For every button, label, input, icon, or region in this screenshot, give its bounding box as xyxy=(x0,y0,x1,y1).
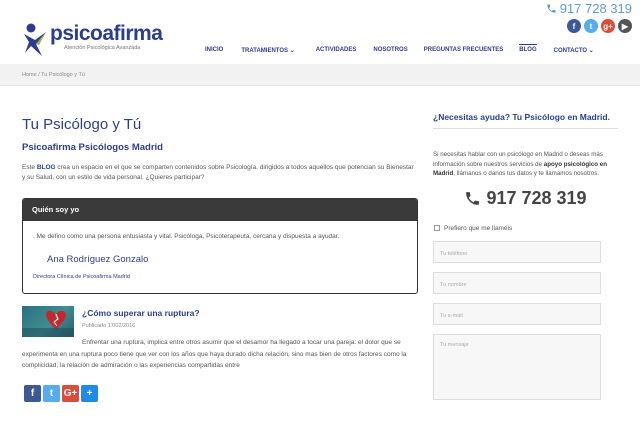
nav-item-label: TRATAMIENTOS xyxy=(241,48,289,54)
sidebar-title: ¿Necesitas ayuda? Tu Psicólogo en Madrid… xyxy=(433,112,618,129)
nav-item-tratamientos[interactable]: TRATAMIENTOS ⌄ xyxy=(241,47,294,54)
about-box-header: Quién soy yo xyxy=(23,199,417,221)
intro-rest: crea un espacio en el que se comparten c… xyxy=(22,164,414,181)
post-excerpt: Enfrentar una ruptura, implica entre otr… xyxy=(22,339,407,369)
header-contact: 917 728 319 f t g+ ▶ xyxy=(546,1,632,33)
share-share-icon[interactable]: + xyxy=(81,385,98,402)
broken-heart-icon xyxy=(22,310,74,337)
chevron-down-icon: ⌄ xyxy=(289,48,295,54)
post-thumbnail[interactable] xyxy=(22,306,74,337)
phone-icon xyxy=(466,191,480,205)
sidebar-phone-number: 917 728 319 xyxy=(486,187,587,208)
intro-prefix: Este xyxy=(22,164,37,171)
sidebar-phone[interactable]: 917 728 319 xyxy=(433,188,618,209)
breadcrumb[interactable]: Home / Tu Psicólogo y Tú xyxy=(22,72,85,78)
chevron-down-icon: ⌄ xyxy=(588,48,594,54)
nav-item-blog[interactable]: BLOG xyxy=(519,44,537,54)
site-logo[interactable]: psicoafirma Atención Psicológica Avanzad… xyxy=(22,22,163,57)
name-field[interactable]: Tu nombre xyxy=(433,271,601,294)
sidebar-text: Si necesitas hablar con un psicólogo en … xyxy=(433,150,611,179)
breadcrumb-bar: Home / Tu Psicólogo y Tú xyxy=(0,64,640,86)
nav-item-actividades[interactable]: ACTIVIDADES xyxy=(316,47,357,54)
phone-field[interactable]: Tu teléfono xyxy=(433,240,601,263)
logo-figure-icon xyxy=(24,23,46,56)
author-name[interactable]: Ana Rodríguez Gonzalo xyxy=(47,254,417,265)
about-box: Quién soy yo . Me defino como una person… xyxy=(22,198,418,294)
nav-item-nosotros[interactable]: NOSOTROS xyxy=(373,47,407,54)
youtube-icon[interactable]: ▶ xyxy=(618,19,632,33)
intro-text: Este BLOG crea un espacio en el que se c… xyxy=(22,163,418,183)
share-google-plus-icon[interactable]: G+ xyxy=(62,385,79,402)
main-nav: INICIO TRATAMIENTOS ⌄ ACTIVIDADES NOSOTR… xyxy=(205,44,594,54)
header-phone[interactable]: 917 728 319 xyxy=(546,1,632,16)
page-subtitle: Psicoafirma Psicólogos Madrid xyxy=(22,142,163,153)
author-role: Directora Clínica de Psicoafirma Madrid xyxy=(33,274,130,280)
twitter-icon[interactable]: t xyxy=(584,19,598,33)
nav-item-contacto[interactable]: CONTACTO ⌄ xyxy=(554,47,594,54)
share-facebook-icon[interactable]: f xyxy=(24,385,41,402)
nav-item-inicio[interactable]: INICIO xyxy=(205,47,223,54)
nav-item-preguntas[interactable]: PREGUNTAS FRECUENTES xyxy=(424,47,504,54)
contact-sidebar: ¿Necesitas ayuda? Tu Psicólogo en Madrid… xyxy=(433,112,618,400)
message-field[interactable]: Tu mensaje xyxy=(433,333,601,400)
nav-item-label: CONTACTO xyxy=(553,48,588,54)
callback-checkbox-row[interactable]: Prefiero que me llaméis xyxy=(434,225,618,232)
intro-bold: BLOG xyxy=(36,164,56,171)
email-field[interactable]: Tu e-mail xyxy=(433,302,601,325)
logo-tagline: Atención Psicológica Avanzada xyxy=(64,45,141,51)
facebook-icon[interactable]: f xyxy=(567,19,581,33)
phone-icon xyxy=(547,4,556,13)
callback-checkbox[interactable] xyxy=(434,225,440,231)
page-title: Tu Psicólogo y Tú xyxy=(22,116,142,133)
callback-checkbox-label: Prefiero que me llaméis xyxy=(444,224,513,232)
google-plus-icon[interactable]: g+ xyxy=(601,19,615,33)
about-box-text: . Me defino como una persona entusiasta … xyxy=(33,233,340,240)
logo-name: psicoafirma xyxy=(50,22,163,45)
share-buttons: f t G+ + xyxy=(24,385,98,402)
header-phone-number: 917 728 319 xyxy=(559,1,632,16)
share-twitter-icon[interactable]: t xyxy=(43,385,60,402)
post-date: Publicado 17/02/2016 xyxy=(82,323,136,329)
post-title[interactable]: ¿Cómo superar una ruptura? xyxy=(82,308,200,318)
social-links: f t g+ ▶ xyxy=(546,19,632,33)
sidebar-text-rest: , llámanos o danos tus datos y te llamam… xyxy=(453,170,600,177)
